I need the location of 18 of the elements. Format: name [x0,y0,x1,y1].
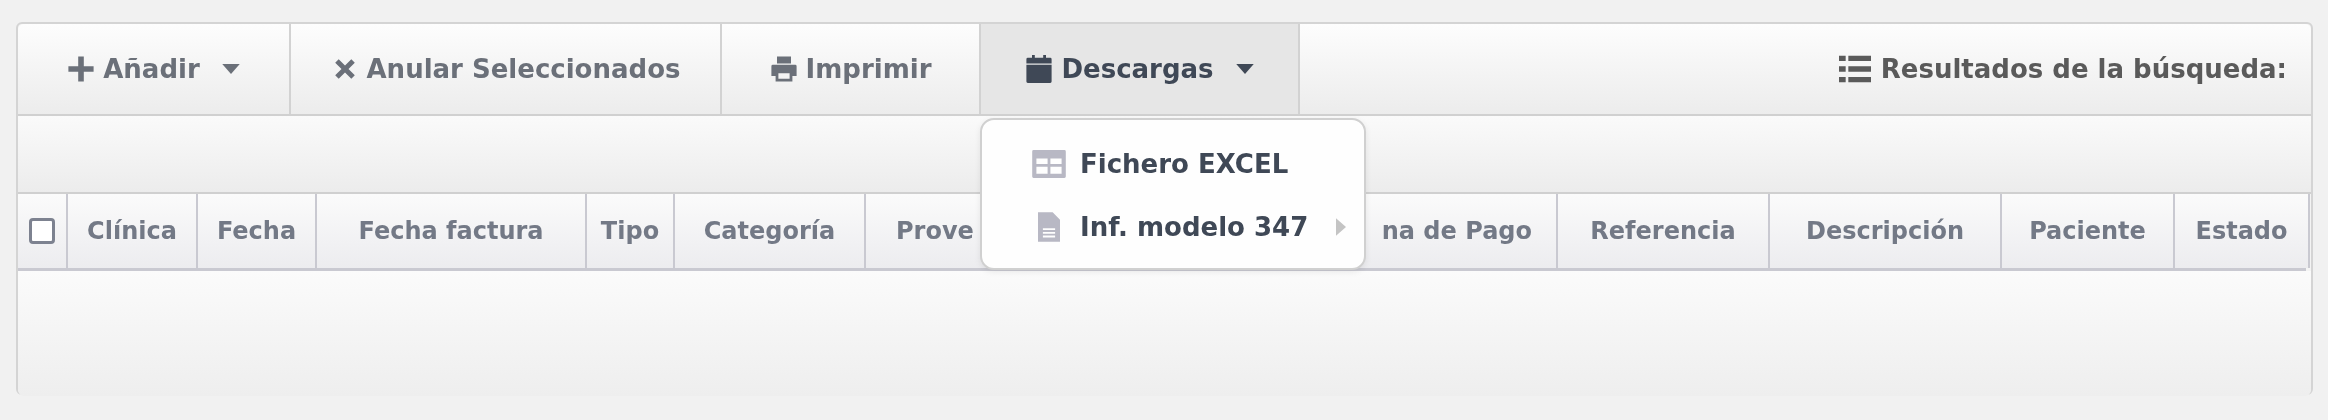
submenu-arrow-icon [1336,216,1347,237]
toolbar-button[interactable]: Anular Seleccionados [291,24,722,114]
toolbar-button[interactable]: Añadir [18,24,291,114]
menu-item[interactable]: Fichero EXCEL [982,132,1364,195]
document-icon [1038,211,1060,242]
table-icon [1032,149,1066,178]
select-all-checkbox[interactable] [29,218,55,244]
menu-item[interactable]: Inf. modelo 347 [982,195,1364,258]
column-header[interactable]: Prove [896,217,974,245]
caret-icon [221,64,240,74]
printer-icon [769,55,798,83]
caret-icon [1235,64,1254,74]
plus-icon [67,55,96,83]
list-icon [1838,55,1871,83]
calendar-icon [1025,55,1054,83]
column-header[interactable]: na de Pago [1381,217,1532,245]
toolbar-button[interactable]: Descargas [981,24,1300,114]
results-title: Resultados de la búsqueda: [1880,54,2287,84]
